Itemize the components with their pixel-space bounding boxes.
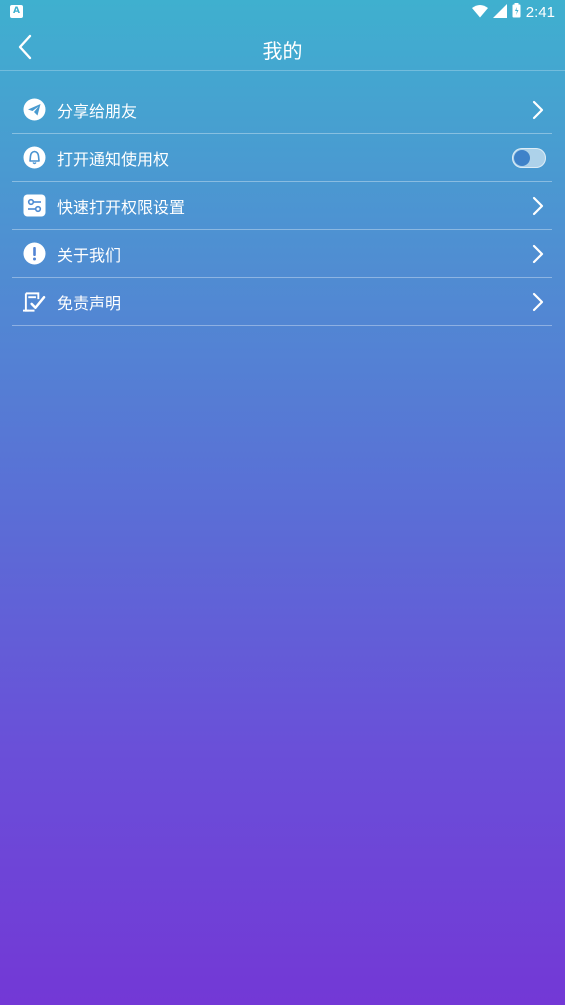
chevron-right-icon [530,292,546,312]
menu-item-disclaimer[interactable]: 免责声明 [12,278,552,326]
status-icons: 2:41 [471,2,555,22]
menu-item-permission-settings[interactable]: 快速打开权限设置 [12,182,552,230]
menu-item-label: 分享给朋友 [57,101,138,121]
app-screen: A 2:41 我的 分享给朋友 打开通知使用权 快速打开权限设置 关于我们 免责… [0,0,565,1005]
chevron-right-icon [530,244,546,264]
signed-document-icon [23,290,46,313]
cell-signal-icon [492,3,507,22]
menu-item-label: 免责声明 [57,293,122,313]
menu-item-notification-access[interactable]: 打开通知使用权 [12,134,552,182]
notification-badge-icon: A [10,5,23,18]
menu-item-label: 打开通知使用权 [57,149,170,169]
chevron-right-icon [530,196,546,216]
header-divider [0,70,565,71]
clock-time: 2:41 [525,3,555,21]
wifi-icon [471,3,488,22]
share-send-icon [23,98,46,121]
settings-sliders-icon [23,194,46,217]
info-exclamation-icon [23,242,46,265]
page-title: 我的 [262,39,303,63]
notification-access-toggle[interactable] [512,147,546,168]
menu-item-label: 关于我们 [57,245,122,265]
battery-icon [512,2,521,22]
bell-icon [23,146,46,169]
status-bar: A 2:41 [0,0,565,24]
app-header: 我的 [0,24,565,71]
toggle-knob [514,149,530,166]
menu-item-label: 快速打开权限设置 [57,197,186,217]
menu-item-about-us[interactable]: 关于我们 [12,230,552,278]
menu-item-share[interactable]: 分享给朋友 [12,86,552,134]
chevron-right-icon [530,100,546,120]
settings-menu: 分享给朋友 打开通知使用权 快速打开权限设置 关于我们 免责声明 [12,86,552,326]
